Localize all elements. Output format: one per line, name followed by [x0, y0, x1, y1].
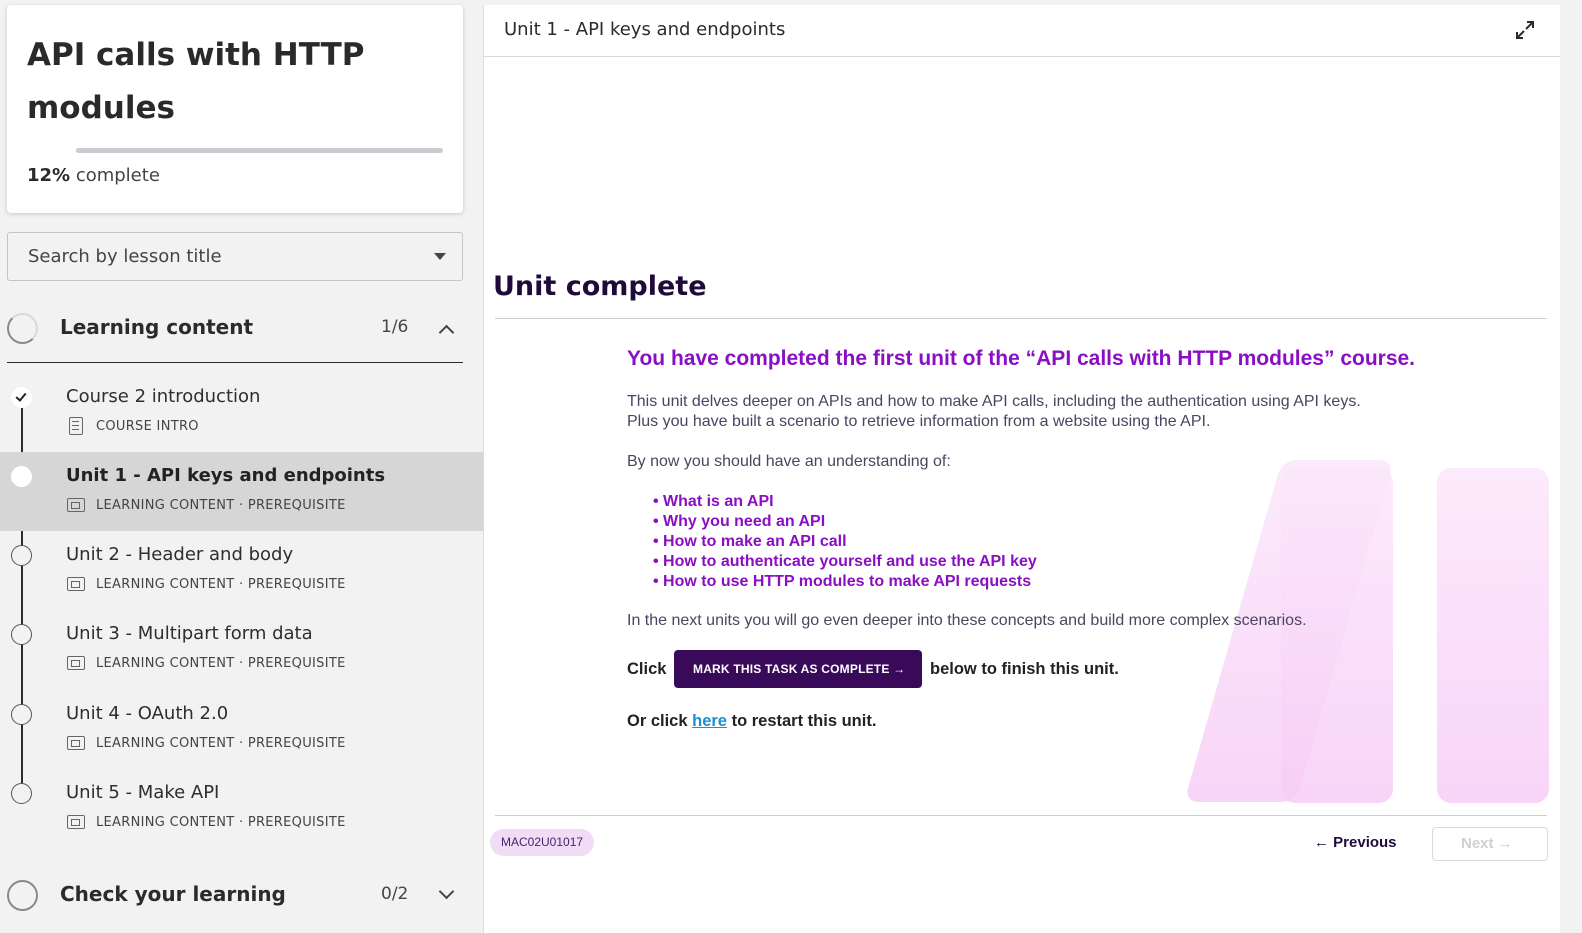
lesson-header: Unit 1 - API keys and endpoints	[484, 5, 1560, 57]
section-count: 1/6	[381, 317, 409, 337]
course-sidebar: API calls with HTTP modules 12% complete…	[0, 0, 483, 933]
lesson-title: Unit 5 - Make API	[66, 782, 220, 803]
list-item: How to make an API call	[653, 532, 1447, 552]
slides-icon	[67, 736, 85, 750]
progress-bar	[76, 148, 443, 153]
section-learning-content[interactable]: Learning content 1/6	[7, 303, 463, 363]
intro-line: Plus you have built a scenario to retrie…	[627, 413, 1211, 430]
lesson-item[interactable]: Unit 3 - Multipart form data LEARNING CO…	[0, 610, 483, 689]
lesson-title: Unit 2 - Header and body	[66, 544, 294, 565]
dropdown-caret-icon	[434, 253, 446, 260]
slides-icon	[67, 577, 85, 591]
course-card: API calls with HTTP modules 12% complete	[7, 5, 463, 213]
current-dot-icon	[11, 466, 32, 487]
page-scrollbar[interactable]	[1560, 0, 1582, 933]
divider	[495, 815, 1547, 816]
list-item: What is an API	[653, 492, 1447, 512]
lesson-title: Unit 3 - Multipart form data	[66, 623, 313, 644]
lesson-title: Unit 4 - OAuth 2.0	[66, 703, 229, 724]
lesson-item[interactable]: Course 2 introduction COURSE INTRO	[0, 373, 483, 452]
unit-code-badge: MAC02U01017	[490, 829, 595, 856]
section-progress-ring-icon	[7, 313, 38, 344]
restart-suffix: to restart this unit.	[726, 712, 877, 730]
incomplete-circle-icon	[11, 704, 32, 725]
lesson-search-select[interactable]: Search by lesson title	[7, 232, 463, 281]
next-units-paragraph: In the next units you will go even deepe…	[627, 612, 1307, 629]
list-item: How to use HTTP modules to make API requ…	[653, 572, 1447, 592]
understanding-lead: By now you should have an understanding …	[627, 453, 951, 470]
list-item: How to authenticate yourself and use the…	[653, 552, 1447, 572]
slides-icon	[67, 498, 85, 512]
section-title: Check your learning	[60, 882, 286, 906]
section-progress-ring-icon	[7, 880, 38, 911]
progress-suffix: complete	[70, 165, 160, 186]
mark-complete-row: Click MARK THIS TASK AS COMPLETE → below…	[627, 650, 1447, 688]
restart-link[interactable]: here	[692, 712, 727, 730]
click-text: Click	[627, 660, 667, 678]
lesson-item[interactable]: Unit 2 - Header and body LEARNING CONTEN…	[0, 531, 483, 610]
section-count: 0/2	[381, 884, 409, 904]
checkmark-icon	[11, 387, 32, 408]
progress-percent: 12%	[27, 165, 71, 186]
decorative-shape	[1437, 468, 1549, 803]
incomplete-circle-icon	[11, 624, 32, 645]
lesson-meta: LEARNING CONTENT · PREREQUISITE	[96, 577, 346, 592]
unit-summary: You have completed the first unit of the…	[627, 347, 1447, 731]
list-item: Why you need an API	[653, 512, 1447, 532]
learning-outcomes-list: What is an API Why you need an API How t…	[627, 492, 1447, 592]
section-check-your-learning[interactable]: Check your learning 0/2	[7, 870, 463, 918]
next-button[interactable]: Next →	[1432, 827, 1548, 861]
restart-prefix: Or click	[627, 712, 693, 730]
section-title: Learning content	[60, 315, 254, 339]
lesson-meta: LEARNING CONTENT · PREREQUISITE	[96, 815, 346, 830]
lesson-item[interactable]: Unit 5 - Make API LEARNING CONTENT · PRE…	[0, 769, 483, 848]
progress-text: 12% complete	[27, 165, 160, 186]
mark-complete-label: MARK THIS TASK AS COMPLETE	[693, 662, 890, 676]
arrow-right-icon: →	[893, 662, 906, 676]
previous-button[interactable]: ← Previous	[1314, 834, 1397, 851]
document-icon	[69, 417, 83, 435]
slides-icon	[67, 815, 85, 829]
mark-complete-button[interactable]: MARK THIS TASK AS COMPLETE →	[674, 650, 922, 688]
lesson-meta: LEARNING CONTENT · PREREQUISITE	[96, 498, 346, 513]
divider	[495, 318, 1547, 319]
expand-icon[interactable]	[1514, 19, 1536, 41]
lesson-title: Unit 1 - API keys and endpoints	[66, 465, 386, 486]
completion-headline: You have completed the first unit of the…	[627, 347, 1416, 370]
intro-paragraph: This unit delves deeper on APIs and how …	[627, 392, 1447, 432]
lesson-meta: COURSE INTRO	[96, 419, 199, 434]
restart-row: Or click here to restart this unit.	[627, 712, 1447, 731]
chevron-up-icon[interactable]	[438, 324, 455, 341]
lesson-title: Course 2 introduction	[66, 386, 261, 407]
incomplete-circle-icon	[11, 783, 32, 804]
lesson-header-title: Unit 1 - API keys and endpoints	[504, 19, 786, 40]
lesson-meta: LEARNING CONTENT · PREREQUISITE	[96, 656, 346, 671]
progress-fill	[76, 148, 121, 153]
slides-icon	[67, 656, 85, 670]
chevron-down-icon[interactable]	[438, 883, 455, 900]
finish-text: below to finish this unit.	[930, 660, 1119, 678]
unit-complete-heading: Unit complete	[493, 271, 707, 302]
incomplete-circle-icon	[11, 545, 32, 566]
lesson-panel: Unit 1 - API keys and endpoints Unit com…	[483, 5, 1560, 933]
search-placeholder: Search by lesson title	[28, 246, 222, 267]
intro-line: This unit delves deeper on APIs and how …	[627, 393, 1361, 410]
course-title: API calls with HTTP modules	[27, 37, 365, 126]
lesson-item[interactable]: Unit 4 - OAuth 2.0 LEARNING CONTENT · PR…	[0, 690, 483, 769]
lesson-item-active[interactable]: Unit 1 - API keys and endpoints LEARNING…	[0, 452, 483, 531]
lesson-meta: LEARNING CONTENT · PREREQUISITE	[96, 736, 346, 751]
